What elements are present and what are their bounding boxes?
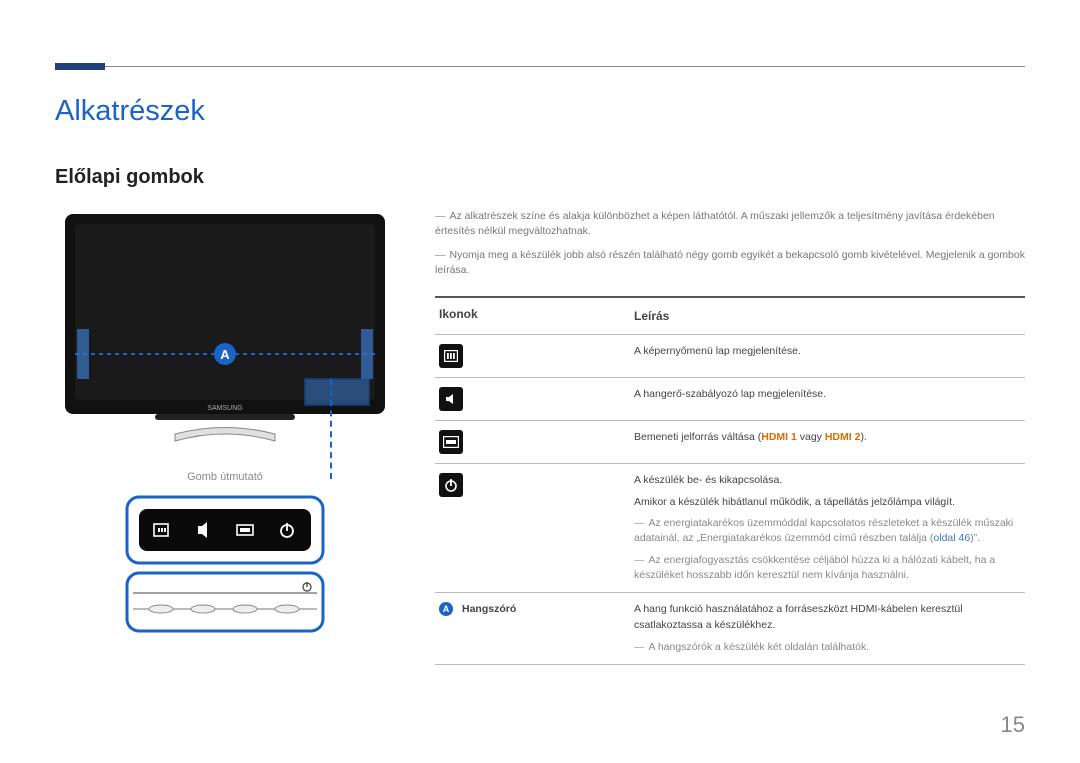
desc-speaker: A hang funkció használatához a forrásesz…	[634, 602, 1021, 655]
svg-text:SAMSUNG: SAMSUNG	[207, 405, 242, 412]
th-icons: Ikonok	[439, 307, 634, 321]
table-row: Bemeneti jelforrás váltása (HDMI 1 vagy …	[435, 420, 1025, 463]
table-row: A képernyőmenü lap megjelenítése.	[435, 334, 1025, 377]
subsection-title: Előlapi gombok	[55, 166, 1025, 189]
badge-a-icon: A	[439, 602, 453, 616]
desc-source: Bemeneti jelforrás váltása (HDMI 1 vagy …	[634, 430, 1021, 446]
menu-icon	[439, 344, 463, 368]
illustration-caption: Gomb útmutató	[55, 471, 395, 483]
table-row: A Hangszóró A hang funkció használatához…	[435, 592, 1025, 665]
button-panel-detail	[125, 495, 325, 565]
icon-table: Ikonok Leírás A képernyőmenü lap megjele…	[435, 296, 1025, 665]
table-row: A hangerő-szabályozó lap megjelenítése.	[435, 377, 1025, 420]
illustration-column: A SAMSUNG Gomb útmutató	[55, 209, 395, 665]
th-desc: Leírás	[634, 307, 1021, 325]
note-2: Nyomja meg a készülék jobb alsó részén t…	[435, 248, 1025, 277]
bottom-edge-detail	[125, 571, 325, 633]
desc-volume: A hangerő-szabályozó lap megjelenítése.	[634, 387, 1021, 403]
volume-icon	[439, 387, 463, 411]
desc-power: A készülék be- és kikapcsolása. Amikor a…	[634, 473, 1021, 583]
page-link[interactable]: oldal 46	[933, 532, 970, 544]
page-number: 15	[1001, 712, 1025, 738]
section-title: Alkatrészek	[55, 95, 1025, 128]
speaker-label: Hangszóró	[462, 603, 516, 615]
callout-line	[330, 379, 332, 479]
source-icon	[439, 430, 463, 454]
note-1: Az alkatrészek színe és alakja különbözh…	[435, 209, 1025, 238]
power-icon	[439, 473, 463, 497]
header-rule	[55, 66, 1025, 67]
tv-illustration: A SAMSUNG	[55, 209, 395, 454]
badge-a-label: A	[220, 347, 230, 362]
table-row: A készülék be- és kikapcsolása. Amikor a…	[435, 463, 1025, 592]
desc-menu: A képernyőmenü lap megjelenítése.	[634, 344, 1021, 360]
